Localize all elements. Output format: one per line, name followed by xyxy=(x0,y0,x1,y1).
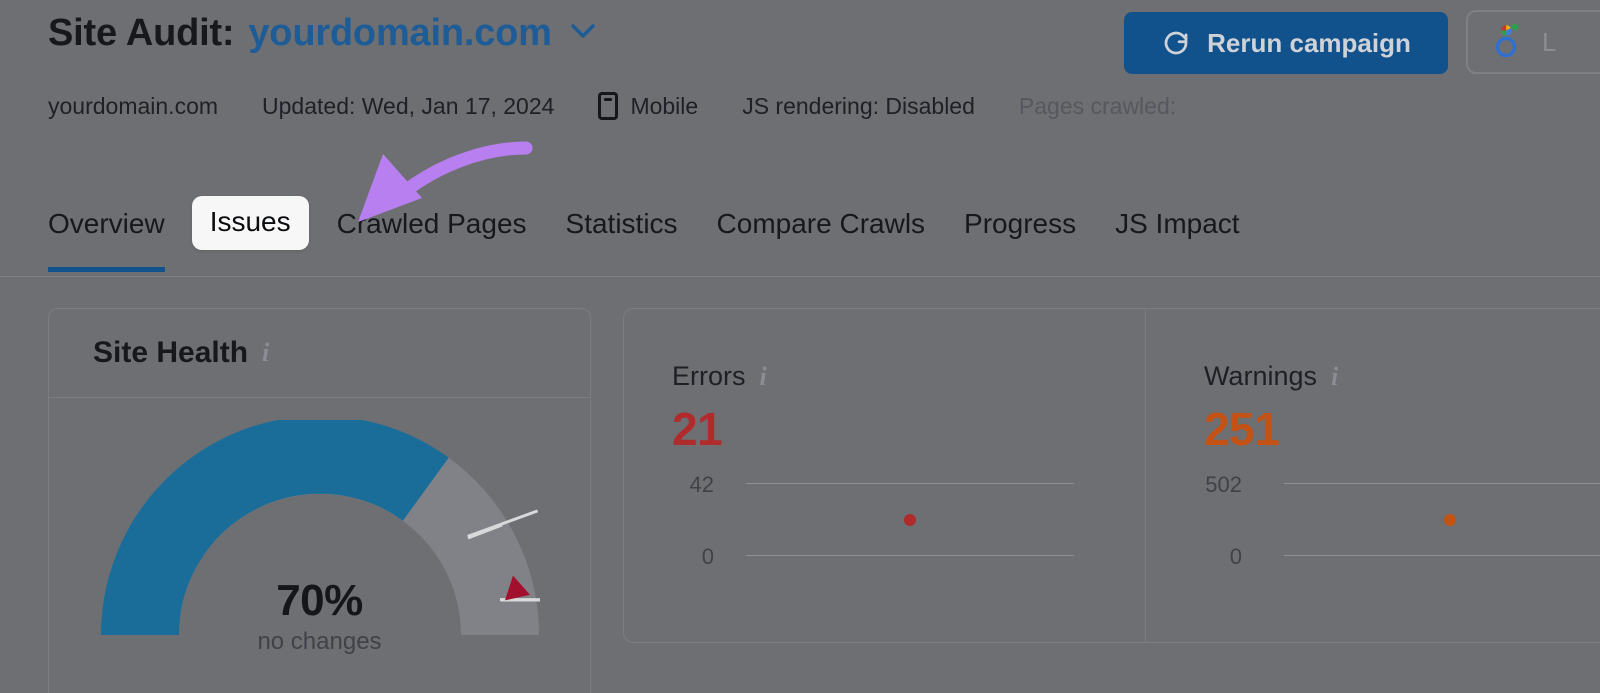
tab-bar-divider xyxy=(0,276,1600,277)
tab-progress[interactable]: Progress xyxy=(964,196,1076,240)
tab-bar: Overview Issues Crawled Pages Statistics… xyxy=(0,196,1600,276)
warnings-axis-max: 502 xyxy=(1205,472,1242,497)
warnings-sparkline: 502 0 xyxy=(1204,472,1600,576)
tab-statistics[interactable]: Statistics xyxy=(566,196,678,240)
site-health-title: Site Health xyxy=(93,336,249,369)
errors-sparkline: 42 0 xyxy=(672,472,1145,576)
info-icon[interactable]: i xyxy=(262,338,269,368)
info-icon[interactable]: i xyxy=(1331,362,1338,392)
tab-compare-crawls-label: Compare Crawls xyxy=(716,208,926,239)
errors-axis-min: 0 xyxy=(701,544,714,569)
errors-axis-max: 42 xyxy=(689,472,714,497)
page-title: Site Audit: yourdomain.com xyxy=(48,12,598,55)
tab-issues[interactable]: Issues xyxy=(191,196,309,250)
errors-header: Errors i xyxy=(672,361,1145,392)
tab-issues-label: Issues xyxy=(209,206,291,237)
meta-device-label: Mobile xyxy=(630,92,699,119)
warnings-data-point[interactable] xyxy=(1443,514,1456,526)
errors-gridline-bottom xyxy=(746,555,1074,556)
errors-label: Errors xyxy=(672,361,746,391)
site-health-header: Site Health i xyxy=(49,309,590,398)
site-health-gauge-area: 70% no changes xyxy=(49,398,590,693)
tab-overview[interactable]: Overview xyxy=(48,196,165,272)
mobile-phone-icon xyxy=(598,92,619,120)
meta-js-rendering: JS rendering: Disabled xyxy=(742,92,975,119)
connect-google-label: L xyxy=(1542,26,1557,57)
tab-overview-label: Overview xyxy=(48,208,165,239)
project-domain-selector[interactable]: yourdomain.com xyxy=(248,12,598,55)
tab-progress-label: Progress xyxy=(964,208,1077,239)
tab-js-impact-label: JS Impact xyxy=(1115,208,1240,239)
info-icon[interactable]: i xyxy=(760,362,767,392)
connect-google-button[interactable]: L xyxy=(1466,10,1600,74)
warnings-gridline-bottom xyxy=(1283,555,1600,556)
tab-crawled-pages[interactable]: Crawled Pages xyxy=(337,196,527,240)
rerun-campaign-label: Rerun campaign xyxy=(1207,27,1411,58)
tab-crawled-pages-label: Crawled Pages xyxy=(336,208,527,239)
page-header: Site Audit: yourdomain.com yourdomain.co… xyxy=(0,0,1600,190)
warnings-value: 251 xyxy=(1203,403,1280,455)
warnings-header: Warnings i xyxy=(1204,361,1600,392)
warnings-axis-min: 0 xyxy=(1229,544,1242,569)
meta-device: Mobile xyxy=(598,92,698,120)
project-domain-label: yourdomain.com xyxy=(248,12,552,54)
warnings-gridline-top xyxy=(1283,483,1600,484)
errors-value: 21 xyxy=(672,403,723,455)
meta-pages-crawled: Pages crawled: xyxy=(1018,92,1177,119)
errors-stat-block[interactable]: Errors i 21 42 0 xyxy=(624,309,1145,642)
tab-compare-crawls[interactable]: Compare Crawls xyxy=(717,196,926,240)
warnings-stat-block[interactable]: Warnings i 251 502 0 xyxy=(1144,309,1600,642)
issues-summary-card: Errors i 21 42 0 Warnings i 251 502 0 xyxy=(623,308,1600,643)
tab-js-impact[interactable]: JS Impact xyxy=(1115,196,1239,240)
site-health-value-group: 70% no changes xyxy=(170,576,470,656)
meta-updated: Updated: Wed, Jan 17, 2024 xyxy=(262,92,555,119)
refresh-icon xyxy=(1161,28,1191,58)
meta-domain: yourdomain.com xyxy=(48,92,219,119)
site-health-change: no changes xyxy=(257,628,382,655)
chevron-down-icon[interactable] xyxy=(568,21,598,41)
google-analytics-icon xyxy=(1490,20,1524,65)
errors-gridline-top xyxy=(746,483,1074,484)
site-audit-screen: Site Audit: yourdomain.com yourdomain.co… xyxy=(0,0,1600,693)
rerun-campaign-button[interactable]: Rerun campaign xyxy=(1124,12,1448,74)
tab-statistics-label: Statistics xyxy=(565,208,678,239)
site-health-percent: 70% xyxy=(276,576,363,625)
page-title-prefix: Site Audit: xyxy=(48,12,235,54)
site-health-card: Site Health i 70% no changes xyxy=(48,308,591,693)
errors-data-point[interactable] xyxy=(904,514,916,526)
campaign-meta-row: yourdomain.com Updated: Wed, Jan 17, 202… xyxy=(48,92,1176,120)
warnings-label: Warnings xyxy=(1203,361,1317,391)
